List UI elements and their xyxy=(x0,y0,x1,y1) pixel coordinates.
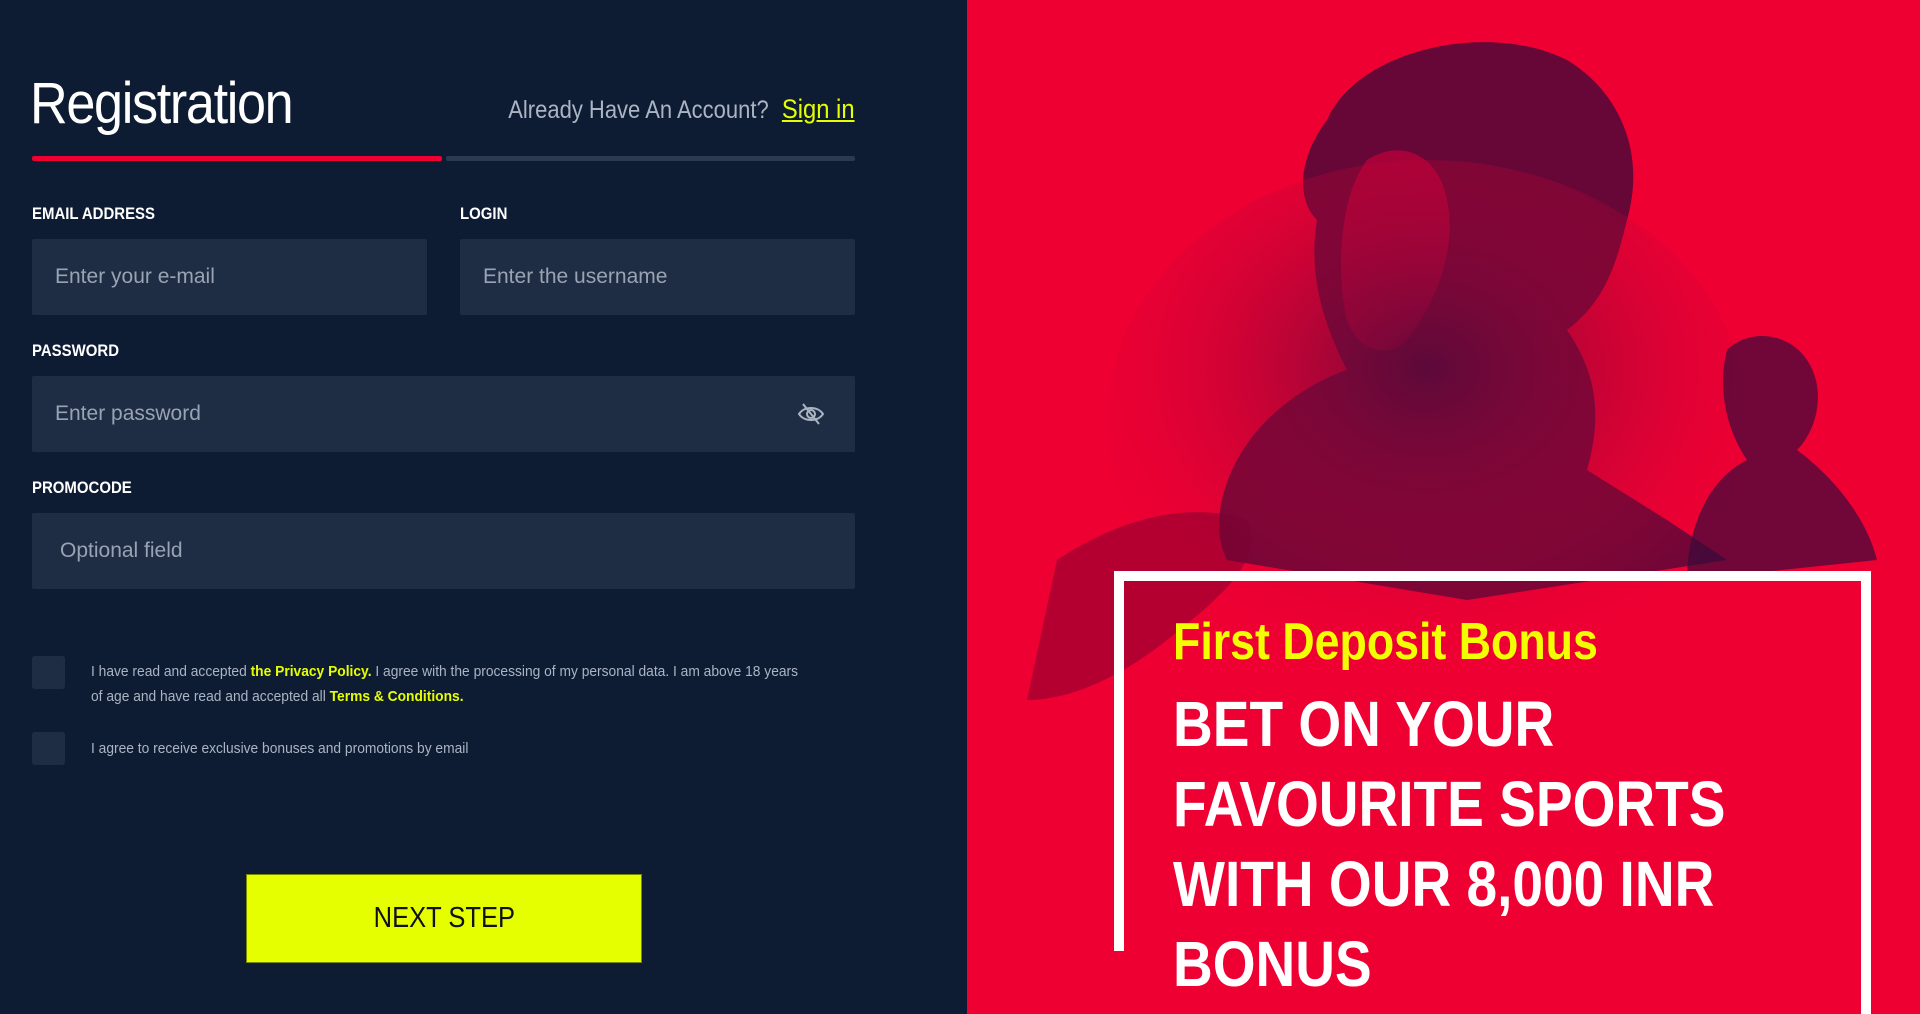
password-field-container xyxy=(32,376,855,452)
promo-headline-line: BET ON YOUR xyxy=(1173,688,1555,760)
promo-headline-line: BONUS xyxy=(1173,928,1372,1000)
promo-headline-line: WITH OUR 8,000 INR xyxy=(1173,848,1715,920)
privacy-policy-link[interactable]: the Privacy Policy. xyxy=(251,663,372,680)
promo-box-border-right xyxy=(1861,571,1871,1014)
login-field-container xyxy=(460,239,855,315)
sign-in-link[interactable]: Sign in xyxy=(782,94,855,124)
promocode-label: PROMOCODE xyxy=(32,478,132,497)
privacy-consent-checkbox[interactable] xyxy=(32,656,65,689)
promocode-field-container xyxy=(32,513,855,589)
email-label: EMAIL ADDRESS xyxy=(32,204,156,223)
eye-off-icon[interactable] xyxy=(797,402,825,426)
login-label: LOGIN xyxy=(460,204,508,223)
registration-panel: Registration Already Have An Account? Si… xyxy=(0,0,967,1014)
registration-progress xyxy=(32,156,855,161)
next-step-button[interactable]: NEXT STEP xyxy=(246,874,642,963)
promotions-consent-checkbox[interactable] xyxy=(32,732,65,765)
promo-subtitle: First Deposit Bonus xyxy=(1173,613,1598,671)
privacy-consent-text: I have read and accepted the Privacy Pol… xyxy=(91,659,809,709)
progress-step-remaining xyxy=(446,156,855,161)
password-input[interactable] xyxy=(32,376,855,452)
promo-box-border-left xyxy=(1114,571,1124,951)
email-field-container xyxy=(32,239,427,315)
email-input[interactable] xyxy=(32,239,427,315)
already-have-account-text: Already Have An Account? xyxy=(508,96,770,124)
progress-step-completed xyxy=(32,156,442,161)
password-label: PASSWORD xyxy=(32,341,119,360)
login-input[interactable] xyxy=(460,239,855,315)
promotions-consent-text: I agree to receive exclusive bonuses and… xyxy=(91,740,469,757)
sign-in-prompt: Already Have An Account? Sign in xyxy=(509,94,855,125)
next-step-label: NEXT STEP xyxy=(373,902,515,934)
page-title: Registration xyxy=(30,71,294,136)
promo-headline: BET ON YOUR FAVOURITE SPORTS WITH OUR 8,… xyxy=(1173,684,1725,1004)
promo-headline-line: FAVOURITE SPORTS xyxy=(1173,768,1726,840)
promocode-input[interactable] xyxy=(32,513,855,589)
terms-conditions-link[interactable]: Terms & Conditions. xyxy=(330,688,464,705)
promo-box-border-top xyxy=(1114,571,1871,581)
consent-text-start: I have read and accepted xyxy=(91,663,251,680)
